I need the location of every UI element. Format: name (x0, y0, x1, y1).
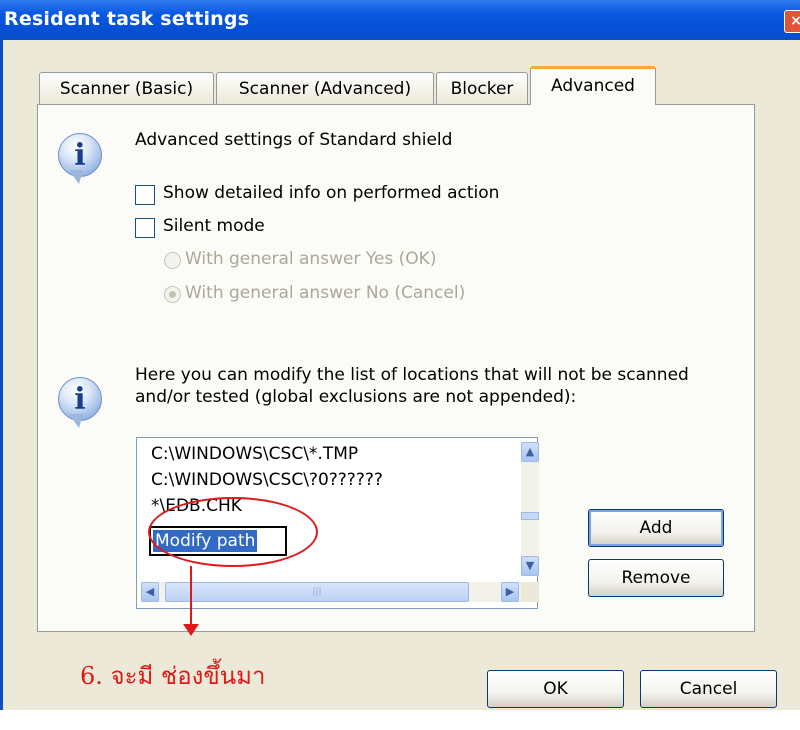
answer-yes-radio[interactable] (164, 252, 181, 269)
info-icon: i (58, 377, 102, 428)
window-title: Resident task settings (4, 8, 250, 30)
scroll-down-icon[interactable]: ▼ (521, 556, 539, 576)
vertical-scroll-thumb[interactable] (521, 512, 539, 520)
vertical-scrollbar[interactable]: ▲ ▼ (521, 442, 539, 576)
tab-scanner-advanced[interactable]: Scanner (Advanced) (216, 72, 434, 104)
scroll-up-icon[interactable]: ▲ (521, 442, 539, 462)
tab-blocker[interactable]: Blocker (436, 72, 528, 104)
remove-button[interactable]: Remove (588, 559, 724, 597)
annotation-text: 6. จะมี ช่องขึ้นมา (80, 662, 266, 690)
annotation-highlight-ellipse (148, 497, 318, 567)
tab-advanced[interactable]: Advanced (530, 66, 656, 105)
tab-scanner-basic[interactable]: Scanner (Basic) (39, 72, 214, 104)
show-info-checkbox[interactable] (135, 185, 155, 205)
answer-no-label[interactable]: With general answer No (Cancel) (185, 283, 465, 303)
list-item[interactable]: C:\WINDOWS\CSC\*.TMP (151, 444, 358, 464)
list-item[interactable]: C:\WINDOWS\CSC\?0?????? (151, 470, 383, 490)
show-info-label[interactable]: Show detailed info on performed action (163, 183, 499, 203)
title-bar[interactable]: Resident task settings × (0, 0, 800, 40)
answer-yes-label[interactable]: With general answer Yes (OK) (185, 249, 436, 269)
cancel-button[interactable]: Cancel (640, 670, 777, 708)
silent-mode-label[interactable]: Silent mode (163, 216, 265, 236)
scroll-right-icon[interactable]: ▶ (501, 582, 519, 602)
annotation-arrow-line (190, 566, 192, 626)
exclusions-description-line2: and/or tested (global exclusions are not… (135, 387, 577, 407)
window-border (0, 40, 3, 710)
info-icon: i (58, 133, 102, 184)
exclusions-description-line1: Here you can modify the list of location… (135, 365, 689, 385)
answer-no-radio[interactable] (164, 286, 181, 303)
silent-mode-checkbox[interactable] (135, 218, 155, 238)
add-button[interactable]: Add (588, 509, 724, 547)
scroll-left-icon[interactable]: ◀ (141, 582, 159, 602)
horizontal-scroll-thumb[interactable]: ||| (165, 582, 469, 602)
section-heading: Advanced settings of Standard shield (135, 130, 453, 150)
horizontal-scrollbar[interactable]: ◀ ||| ▶ (141, 582, 521, 602)
scrollbar-corner (521, 582, 539, 602)
dialog-bottom (0, 710, 800, 730)
close-icon[interactable]: × (784, 10, 800, 33)
ok-button[interactable]: OK (487, 670, 624, 708)
annotation-arrow-head (183, 624, 199, 636)
